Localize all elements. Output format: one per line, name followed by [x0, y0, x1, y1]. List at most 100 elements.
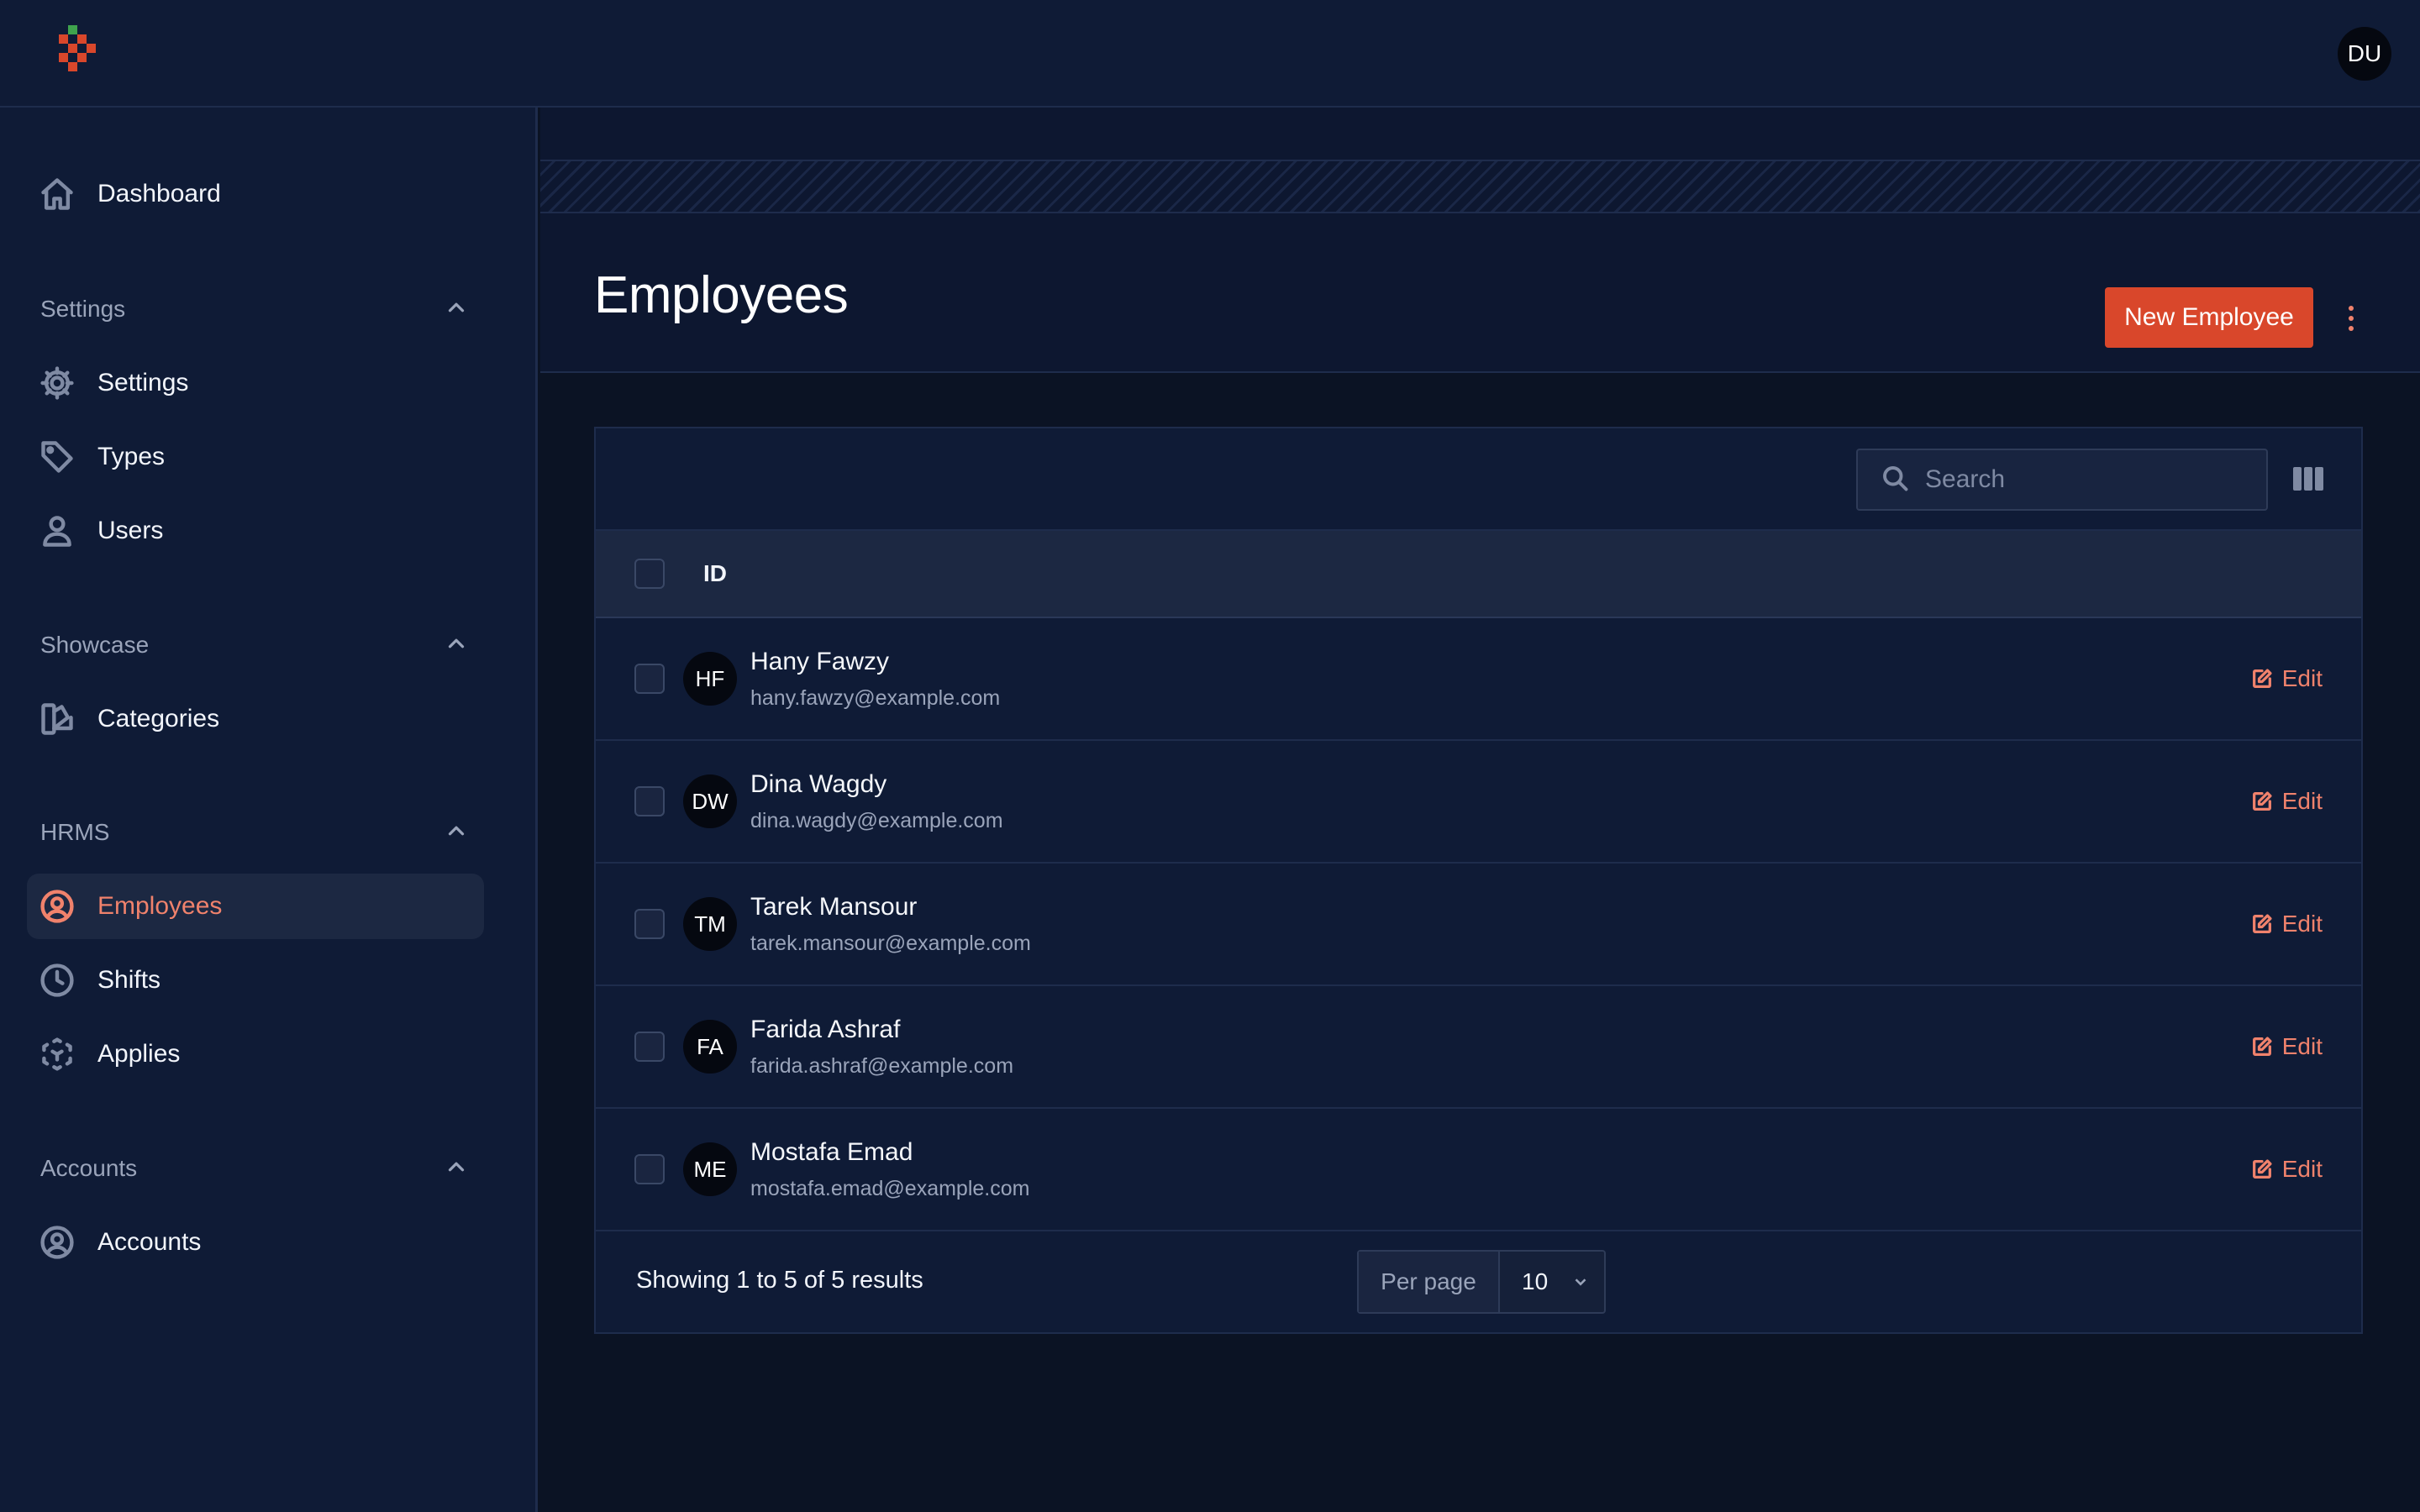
- select-all-checkbox[interactable]: [634, 559, 665, 589]
- sidebar-item-types[interactable]: Types: [27, 424, 484, 490]
- sidebar-group-hrms[interactable]: HRMS: [40, 811, 469, 853]
- user-circle-icon: [39, 1224, 76, 1261]
- main-content: Employees New Employee ID HF Hany Fawzy …: [540, 108, 2420, 1512]
- edit-button[interactable]: Edit: [2250, 1033, 2323, 1060]
- avatar: HF: [683, 652, 737, 706]
- tag-icon: [39, 438, 76, 475]
- chevron-up-icon[interactable]: [444, 295, 469, 324]
- sidebar-item-settings[interactable]: Settings: [27, 350, 484, 416]
- per-page-select[interactable]: Per page 10: [1357, 1250, 1606, 1314]
- sidebar: Dashboard Settings Settings Types Users …: [0, 108, 538, 1512]
- search-input[interactable]: [1925, 465, 2244, 494]
- row-checkbox[interactable]: [634, 786, 665, 816]
- sidebar-item-label: Users: [97, 517, 164, 544]
- employee-name: Dina Wagdy: [750, 769, 887, 798]
- employee-name: Hany Fawzy: [750, 647, 890, 675]
- sidebar-item-accounts[interactable]: Accounts: [27, 1210, 484, 1275]
- table-row[interactable]: ME Mostafa Emad mostafa.emad@example.com…: [596, 1109, 2361, 1231]
- brand-logo[interactable]: [55, 25, 106, 84]
- edit-label: Edit: [2281, 1156, 2323, 1182]
- edit-label: Edit: [2281, 788, 2323, 814]
- sidebar-group-showcase[interactable]: Showcase: [40, 624, 469, 666]
- edit-label: Edit: [2281, 911, 2323, 937]
- row-checkbox[interactable]: [634, 664, 665, 694]
- hatched-banner: [540, 161, 2420, 213]
- employee-name: Tarek Mansour: [750, 892, 918, 921]
- avatar: DW: [683, 774, 737, 828]
- edit-label: Edit: [2281, 665, 2323, 691]
- user-circle-icon: [39, 888, 76, 925]
- user-icon: [39, 512, 76, 549]
- edit-button[interactable]: Edit: [2250, 665, 2323, 692]
- employee-email: tarek.mansour@example.com: [750, 931, 1031, 955]
- chevron-up-icon[interactable]: [444, 631, 469, 660]
- avatar: ME: [683, 1142, 737, 1196]
- per-page-value: 10: [1522, 1268, 1549, 1294]
- cube-icon: [39, 1036, 76, 1073]
- sidebar-item-label: Settings: [97, 369, 189, 396]
- sidebar-item-label: Categories: [97, 705, 220, 732]
- search-box[interactable]: [1856, 449, 2268, 511]
- employee-email: farida.ashraf@example.com: [750, 1053, 1014, 1078]
- table-row[interactable]: FA Farida Ashraf farida.ashraf@example.c…: [596, 986, 2361, 1109]
- table-row[interactable]: DW Dina Wagdy dina.wagdy@example.com Edi…: [596, 741, 2361, 864]
- sidebar-item-categories[interactable]: Categories: [27, 686, 484, 752]
- sidebar-item-label: Types: [97, 443, 166, 470]
- sidebar-group-settings[interactable]: Settings: [40, 288, 469, 330]
- edit-icon: [2252, 1037, 2272, 1056]
- sidebar-item-label: Applies: [97, 1040, 181, 1068]
- results-summary: Showing 1 to 5 of 5 results: [636, 1267, 923, 1294]
- top-bar: DU: [0, 0, 2420, 108]
- clock-icon: [39, 962, 76, 999]
- table-row[interactable]: HF Hany Fawzy hany.fawzy@example.com Edi…: [596, 618, 2361, 741]
- employee-email: dina.wagdy@example.com: [750, 808, 1003, 832]
- top-strip: [540, 108, 2420, 161]
- sidebar-group-label: Showcase: [40, 632, 150, 658]
- employee-name: Mostafa Emad: [750, 1137, 913, 1166]
- edit-icon: [2252, 914, 2272, 933]
- sidebar-group-label: Accounts: [40, 1155, 138, 1181]
- row-checkbox[interactable]: [634, 909, 665, 939]
- table-row[interactable]: TM Tarek Mansour tarek.mansour@example.c…: [596, 864, 2361, 986]
- employee-email: mostafa.emad@example.com: [750, 1176, 1030, 1200]
- chevron-up-icon[interactable]: [444, 818, 469, 848]
- sidebar-item-employees[interactable]: Employees: [27, 874, 484, 939]
- sidebar-item-shifts[interactable]: Shifts: [27, 948, 484, 1013]
- edit-icon: [2252, 1159, 2272, 1179]
- row-checkbox[interactable]: [634, 1032, 665, 1062]
- home-icon: [39, 176, 76, 213]
- employees-table: ID HF Hany Fawzy hany.fawzy@example.com …: [594, 427, 2363, 1334]
- edit-button[interactable]: Edit: [2250, 788, 2323, 815]
- avatar: FA: [683, 1020, 737, 1074]
- sidebar-item-label: Shifts: [97, 966, 161, 994]
- edit-icon: [2252, 791, 2272, 811]
- employee-name: Farida Ashraf: [750, 1015, 901, 1043]
- page-header: Employees New Employee: [540, 213, 2420, 373]
- employee-email: hany.fawzy@example.com: [750, 685, 1001, 710]
- page-title: Employees: [594, 266, 849, 324]
- new-employee-button[interactable]: New Employee: [2105, 287, 2313, 348]
- more-actions-icon[interactable]: [2338, 296, 2364, 341]
- search-icon: [1858, 463, 1925, 497]
- column-header-id[interactable]: ID: [703, 560, 727, 587]
- columns-toggle-icon[interactable]: [2291, 462, 2325, 496]
- per-page-label: Per page: [1359, 1252, 1500, 1312]
- sidebar-item-applies[interactable]: Applies: [27, 1021, 484, 1087]
- gear-icon: [39, 365, 76, 402]
- table-footer: Showing 1 to 5 of 5 results Per page 10: [596, 1231, 2361, 1332]
- sidebar-item-users[interactable]: Users: [27, 498, 484, 564]
- edit-button[interactable]: Edit: [2250, 911, 2323, 937]
- sidebar-item-label: Accounts: [97, 1228, 202, 1256]
- user-avatar[interactable]: DU: [2338, 27, 2391, 81]
- avatar: TM: [683, 897, 737, 951]
- sidebar-item-label: Employees: [97, 892, 223, 920]
- row-checkbox[interactable]: [634, 1154, 665, 1184]
- table-header: ID: [596, 529, 2361, 618]
- chevron-up-icon[interactable]: [444, 1154, 469, 1184]
- sidebar-item-dashboard[interactable]: Dashboard: [27, 161, 484, 227]
- chevron-down-icon: [1575, 1278, 1586, 1286]
- sidebar-group-label: HRMS: [40, 819, 110, 845]
- edit-button[interactable]: Edit: [2250, 1156, 2323, 1183]
- per-page-dropdown[interactable]: 10: [1500, 1252, 1604, 1312]
- sidebar-group-accounts[interactable]: Accounts: [40, 1147, 469, 1189]
